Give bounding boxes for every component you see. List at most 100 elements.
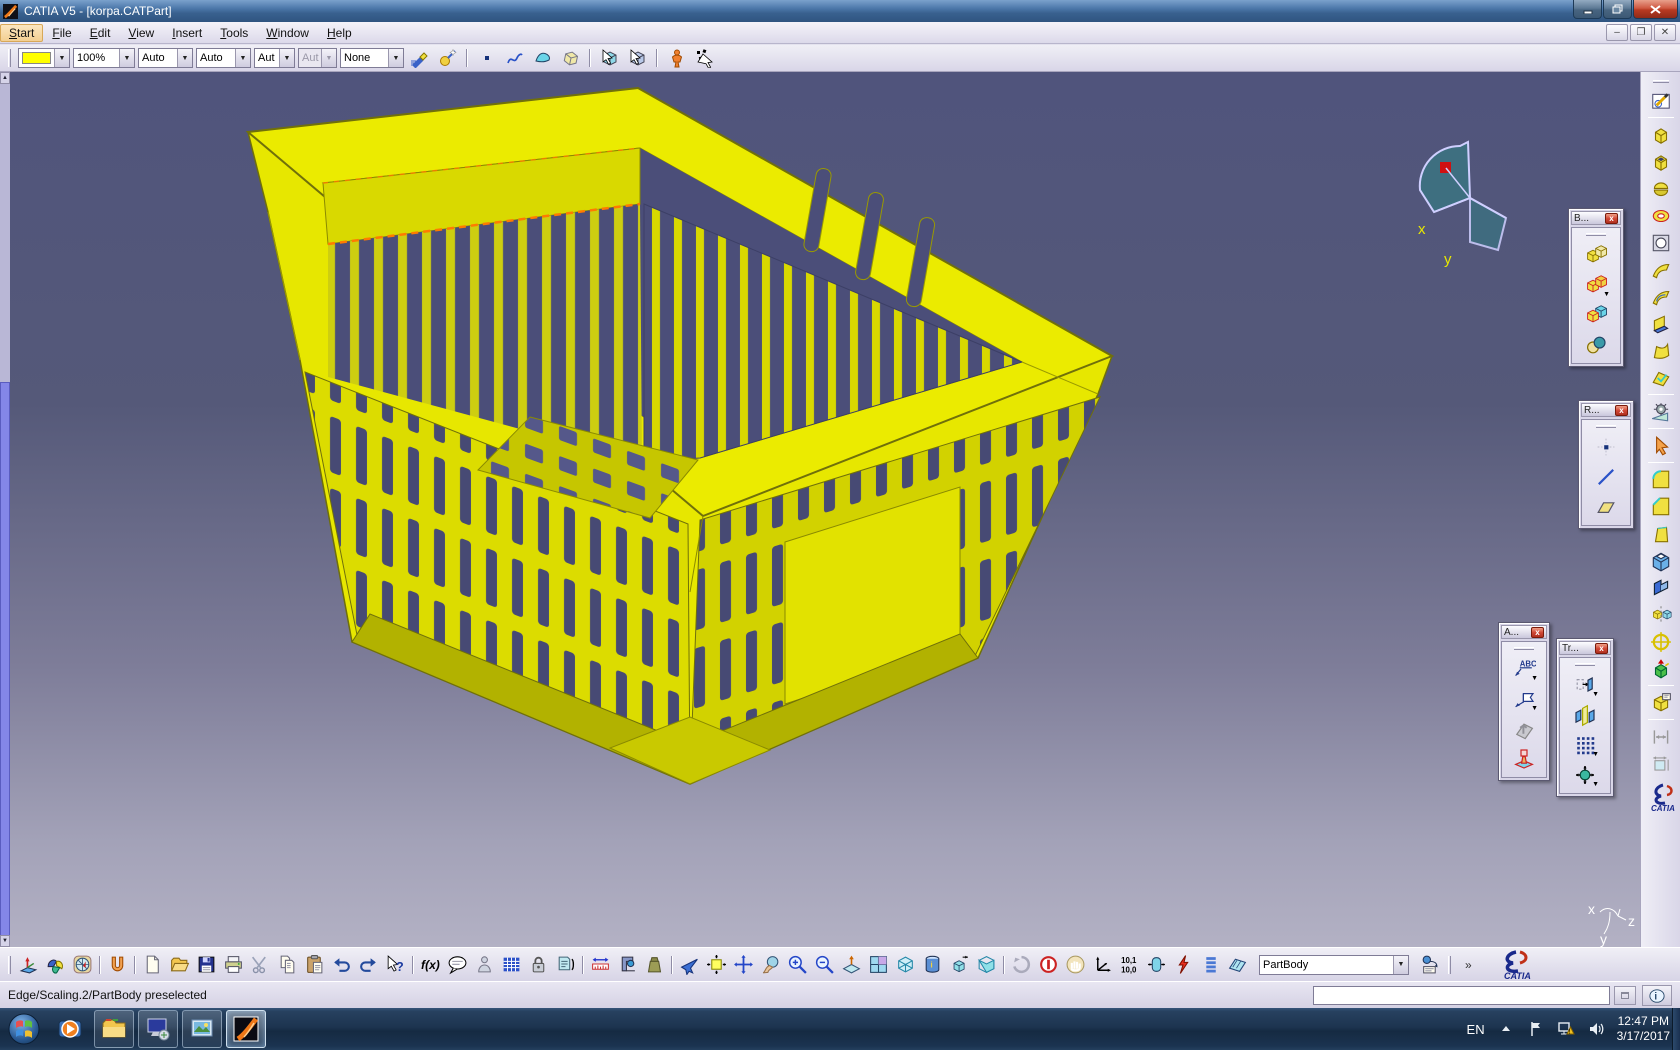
rib-icon[interactable]	[1646, 256, 1676, 283]
chevron-down-icon[interactable]: ▼	[177, 49, 192, 67]
toolbar-grip[interactable]	[1653, 80, 1669, 83]
mirror-tf-icon[interactable]	[1570, 700, 1600, 730]
transformations-toolbar[interactable]: Tr...x▼▼▼	[1556, 638, 1614, 797]
open-icon[interactable]	[166, 951, 193, 978]
layer-combo[interactable]: None▼	[340, 48, 404, 68]
menu-help[interactable]: Help	[318, 24, 361, 42]
more-options-arrow[interactable]: ▼	[1531, 675, 1538, 682]
rect-pattern-icon[interactable]: ▼	[1570, 730, 1600, 760]
zoom-in-icon[interactable]	[784, 951, 811, 978]
toolbar-grip[interactable]	[8, 49, 11, 67]
insert-body-icon[interactable]	[1646, 689, 1676, 716]
palette-title-bar[interactable]: Tr...x	[1559, 641, 1611, 655]
smart-pick-icon[interactable]	[692, 46, 717, 70]
line-icon[interactable]	[1591, 462, 1621, 492]
normal-view-icon[interactable]	[838, 951, 865, 978]
scaling-icon[interactable]: ▼	[1570, 760, 1600, 790]
more-options-arrow[interactable]: ▼	[1592, 691, 1599, 698]
info-circle-icon[interactable]	[1035, 951, 1062, 978]
restore-button[interactable]	[1603, 0, 1632, 19]
hand-sphere-icon[interactable]	[1062, 951, 1089, 978]
chamfer-icon[interactable]	[1646, 493, 1676, 520]
datum-icon[interactable]	[1509, 744, 1539, 774]
show-hidden-icons[interactable]	[1497, 1020, 1515, 1038]
print-icon[interactable]	[220, 951, 247, 978]
scroll-down-icon[interactable]: ▼	[0, 935, 10, 947]
scrollbar-thumb[interactable]	[0, 382, 10, 937]
close-icon[interactable]: x	[1531, 627, 1544, 638]
point-type-combo[interactable]: Aut▼	[254, 48, 295, 68]
catalog-u-icon[interactable]	[104, 951, 131, 978]
basket-3d-model[interactable]: x y x z y	[10, 72, 1640, 947]
close-button[interactable]	[1633, 0, 1678, 19]
mdi-close-button[interactable]: ✕	[1654, 24, 1676, 41]
iso-cube-icon[interactable]	[892, 951, 919, 978]
pad-icon[interactable]	[1646, 121, 1676, 148]
info-button[interactable]: i	[1642, 985, 1672, 1006]
surface-icon[interactable]	[530, 46, 555, 70]
graphic-color-combo[interactable]: ▼	[18, 48, 70, 68]
shaft-icon[interactable]	[1646, 175, 1676, 202]
sketch-icon[interactable]	[1646, 87, 1676, 114]
compass-tool-icon[interactable]	[69, 951, 96, 978]
constraint-dim-icon[interactable]	[1646, 750, 1676, 777]
mirror-feat-icon[interactable]	[1646, 601, 1676, 628]
boolean-toolbar[interactable]: B...x▼	[1568, 208, 1624, 367]
weight-icon[interactable]	[641, 951, 668, 978]
constraint-icon[interactable]	[1646, 723, 1676, 750]
boolean-assemble-icon[interactable]	[1581, 240, 1611, 270]
taskbar-catia[interactable]	[226, 1010, 266, 1048]
toolbar-overflow[interactable]: »	[1465, 958, 1472, 972]
reference-toolbar[interactable]: R...x	[1578, 400, 1634, 529]
command-input[interactable]	[1313, 986, 1610, 1005]
manikin-icon[interactable]	[664, 46, 689, 70]
undo-icon[interactable]	[328, 951, 355, 978]
menu-window[interactable]: Window	[257, 24, 318, 42]
taskbar-remote-desktop[interactable]	[138, 1010, 178, 1048]
menu-start[interactable]: Start	[0, 24, 43, 42]
rotate-icon[interactable]	[757, 951, 784, 978]
dialog-dock-button[interactable]	[1614, 986, 1636, 1005]
mdi-restore-button[interactable]: ❐	[1630, 24, 1652, 41]
palette-title-bar[interactable]: R...x	[1581, 403, 1631, 417]
copy-icon[interactable]	[274, 951, 301, 978]
groove-icon[interactable]	[1646, 202, 1676, 229]
render-mode-combo[interactable]: Aut▼	[298, 48, 337, 68]
draft-icon[interactable]	[1646, 520, 1676, 547]
chat-icon[interactable]	[444, 951, 471, 978]
boolean-add-icon[interactable]: ▼	[1581, 270, 1611, 300]
more-options-arrow[interactable]: ▼	[1531, 705, 1538, 712]
redo-icon[interactable]	[355, 951, 382, 978]
palette-grip[interactable]	[1514, 647, 1534, 650]
mdi-minimize-button[interactable]: –	[1606, 24, 1628, 41]
lightning-icon[interactable]	[1170, 951, 1197, 978]
minimize-button[interactable]	[1573, 0, 1602, 19]
action-center-flag-icon[interactable]	[1527, 1020, 1545, 1038]
fit-all-icon[interactable]	[703, 951, 730, 978]
thickness-icon[interactable]	[1646, 574, 1676, 601]
palette-title-bar[interactable]: A...x	[1501, 625, 1547, 639]
apply-material-icon[interactable]	[597, 46, 622, 70]
chevron-down-icon[interactable]: ▼	[321, 49, 336, 67]
shade-cylinder-icon[interactable]: i	[919, 951, 946, 978]
list-icon[interactable]	[1197, 951, 1224, 978]
cut-icon[interactable]	[247, 951, 274, 978]
loft-icon[interactable]	[1646, 337, 1676, 364]
show-desktop-button[interactable]	[1672, 1008, 1680, 1050]
chevron-down-icon[interactable]: ▼	[1393, 956, 1408, 974]
apply-material-alt-icon[interactable]	[625, 46, 650, 70]
flag-note-icon[interactable]: ▼	[1509, 684, 1539, 714]
exchange-icon[interactable]	[1143, 951, 1170, 978]
transform-icon[interactable]	[1646, 655, 1676, 682]
wizard-icon[interactable]	[435, 46, 460, 70]
painter-icon[interactable]	[407, 46, 432, 70]
taskbar-explorer[interactable]	[94, 1010, 134, 1048]
table-icon[interactable]	[498, 951, 525, 978]
translate-icon[interactable]: ▼	[1570, 670, 1600, 700]
catalog-sphere-icon[interactable]	[1417, 951, 1444, 978]
palette-grip[interactable]	[1596, 425, 1616, 428]
menu-edit[interactable]: Edit	[81, 24, 120, 42]
new-icon[interactable]	[139, 951, 166, 978]
line-weight-combo[interactable]: Auto▼	[138, 48, 193, 68]
view-arrow-icon[interactable]	[1509, 714, 1539, 744]
